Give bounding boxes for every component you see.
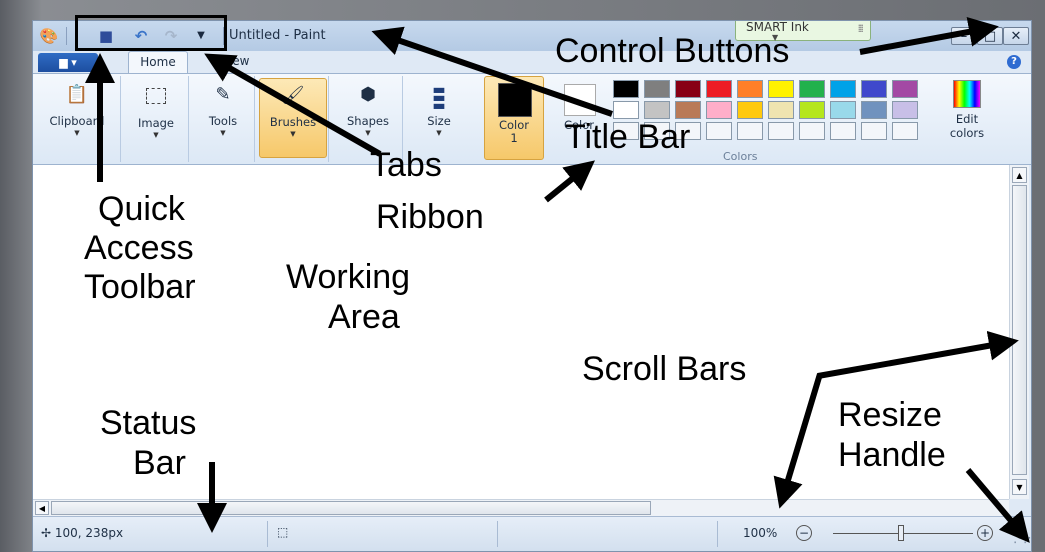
label-scroll-bars: Scroll Bars xyxy=(582,350,747,388)
arrow-control-buttons xyxy=(859,17,999,55)
label-tabs: Tabs xyxy=(370,146,442,184)
label-quick-2: Access xyxy=(84,229,194,267)
label-title-bar: Title Bar xyxy=(565,118,691,156)
label-quick-3: Toolbar xyxy=(84,268,196,306)
arrow-scroll-v xyxy=(817,330,1019,379)
label-control-buttons: Control Buttons xyxy=(555,32,790,70)
label-quick-1: Quick xyxy=(98,190,185,228)
arrow-tabs xyxy=(204,53,382,157)
arrow-ribbon xyxy=(544,160,595,203)
arrow-scroll-h xyxy=(773,373,823,509)
label-working-1: Working xyxy=(286,258,411,296)
label-working-2: Area xyxy=(328,298,400,336)
label-resize-1: Resize xyxy=(838,396,942,434)
arrow-resize-handle xyxy=(965,468,1030,543)
label-ribbon: Ribbon xyxy=(376,198,484,236)
label-resize-2: Handle xyxy=(838,436,946,474)
label-status-2: Bar xyxy=(133,444,186,482)
label-status-1: Status xyxy=(100,404,197,442)
